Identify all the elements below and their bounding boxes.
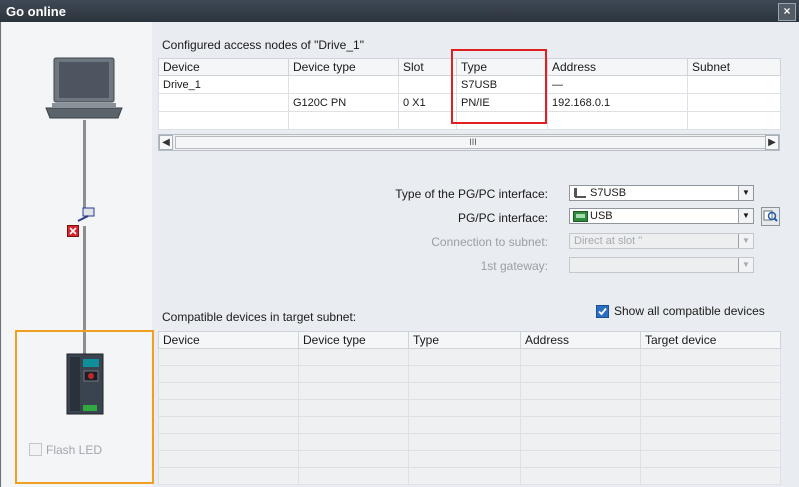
column-header[interactable]: Address xyxy=(520,331,641,349)
show-all-label: Show all compatible devices xyxy=(614,304,765,318)
flash-led-label: Flash LED xyxy=(46,443,103,457)
cable-upper xyxy=(83,120,86,216)
table-cell xyxy=(158,93,289,112)
table-cell: Drive_1 xyxy=(158,75,289,94)
table-cell xyxy=(687,111,781,130)
title-bar: Go online × xyxy=(0,0,799,22)
table-cell xyxy=(687,75,781,94)
flash-led-highlight xyxy=(15,330,154,484)
column-header[interactable]: Target device xyxy=(640,331,781,349)
column-header[interactable]: Address xyxy=(547,58,688,76)
table-cell xyxy=(687,93,781,112)
type-column-highlight xyxy=(451,49,547,124)
table-cell xyxy=(288,111,399,130)
table-cell xyxy=(547,111,688,130)
table-row xyxy=(158,433,781,451)
close-button[interactable]: × xyxy=(778,3,796,21)
table-cell: — xyxy=(547,75,688,94)
connection-error-icon xyxy=(67,225,79,237)
table-row xyxy=(158,450,781,468)
column-header[interactable]: Type xyxy=(408,331,521,349)
table-row xyxy=(158,348,781,366)
subnet-connection-value: Direct at slot '' xyxy=(574,235,643,247)
network-switch-icon xyxy=(77,207,95,222)
interface-type-value: S7USB xyxy=(590,187,627,199)
configured-nodes-title: Configured access nodes of "Drive_1" xyxy=(162,38,364,52)
laptop-icon xyxy=(45,57,123,119)
gateway-select[interactable]: ▼ xyxy=(569,257,754,273)
table-row xyxy=(158,382,781,400)
column-header[interactable]: Device type xyxy=(288,58,399,76)
gateway-label: 1st gateway: xyxy=(480,259,548,273)
table-cell xyxy=(398,75,457,94)
column-header[interactable]: Device xyxy=(158,58,289,76)
column-header[interactable]: Device type xyxy=(298,331,409,349)
chevron-down-icon[interactable]: ▼ xyxy=(738,234,753,248)
pgpc-interface-select[interactable]: USB ▼ xyxy=(569,208,754,224)
pc-cable-icon xyxy=(574,188,586,198)
subnet-connection-select[interactable]: Direct at slot '' ▼ xyxy=(569,233,754,249)
window-title: Go online xyxy=(6,4,66,19)
pgpc-interface-value: USB xyxy=(590,210,613,222)
chevron-down-icon[interactable]: ▼ xyxy=(738,186,753,200)
chevron-down-icon[interactable]: ▼ xyxy=(738,258,753,272)
scroll-left-icon[interactable]: ◀ xyxy=(159,135,173,150)
interface-type-label: Type of the PG/PC interface: xyxy=(395,187,548,201)
table-cell: 0 X1 xyxy=(398,93,457,112)
pgpc-interface-label: PG/PC interface: xyxy=(457,211,548,225)
column-header[interactable]: Subnet xyxy=(687,58,781,76)
scroll-right-icon[interactable]: ▶ xyxy=(765,135,779,150)
table-row xyxy=(158,416,781,434)
table-cell xyxy=(158,111,289,130)
usb-adapter-icon xyxy=(573,211,588,222)
table-row xyxy=(158,399,781,417)
column-header[interactable]: Device xyxy=(158,331,299,349)
table-cell: 192.168.0.1 xyxy=(547,93,688,112)
search-device-icon[interactable] xyxy=(761,207,780,226)
chevron-down-icon[interactable]: ▼ xyxy=(738,209,753,223)
column-header[interactable]: Slot xyxy=(398,58,457,76)
table-cell xyxy=(288,75,399,94)
show-all-checkbox[interactable] xyxy=(596,305,609,318)
table-row xyxy=(158,467,781,485)
flash-led-checkbox[interactable] xyxy=(29,443,42,456)
compatible-devices-title: Compatible devices in target subnet: xyxy=(162,310,357,324)
checkmark-icon xyxy=(598,307,607,316)
horizontal-scrollbar[interactable]: ◀ III ▶ xyxy=(158,134,780,151)
scroll-thumb[interactable]: III xyxy=(175,136,771,149)
interface-type-select[interactable]: S7USB ▼ xyxy=(569,185,754,201)
subnet-connection-label: Connection to subnet: xyxy=(431,235,548,249)
compatible-devices-table: Device Device type Type Address Target d… xyxy=(158,331,781,485)
table-cell xyxy=(398,111,457,130)
table-row xyxy=(158,365,781,383)
table-cell: G120C PN xyxy=(288,93,399,112)
